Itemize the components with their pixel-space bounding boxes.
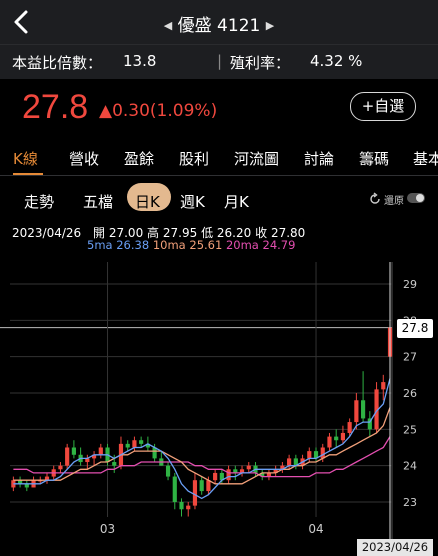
tab-earnings[interactable]: 盈餘 (124, 148, 154, 169)
current-price: 27.8 (22, 88, 89, 126)
candle-body (213, 472, 218, 481)
add-watchlist-button[interactable]: +自選 (350, 92, 416, 121)
tab-bar: K線 營收 盈餘 股利 河流圖 討論 籌碼 基本 (0, 145, 438, 175)
candle-body (206, 480, 211, 492)
candle-body (354, 400, 359, 423)
period-daily-k[interactable]: 日K (135, 191, 160, 212)
top-nav: ◀ 優盛 4121 ▶ (0, 0, 438, 44)
candle-body (347, 422, 352, 433)
ohlc-date: 2023/04/26 (12, 226, 82, 240)
tab-kline[interactable]: K線 (13, 148, 38, 169)
candle-body (246, 465, 251, 470)
ma5-value: 26.38 (116, 238, 150, 252)
tab-basic[interactable]: 基本 (413, 148, 438, 169)
stock-title: ◀ 優盛 4121 ▶ (0, 11, 438, 36)
tab-chips[interactable]: 籌碼 (359, 148, 389, 169)
tab-discussion[interactable]: 討論 (304, 148, 334, 169)
tab-dividend[interactable]: 股利 (179, 148, 209, 169)
divider (0, 175, 438, 176)
candle-body (381, 382, 386, 390)
candle-body (340, 432, 346, 441)
period-weekly-k[interactable]: 週K (180, 191, 205, 212)
candle-body (65, 447, 70, 466)
restore-toggle-knob (416, 194, 424, 202)
candle-body (192, 480, 198, 506)
candle-body (334, 436, 339, 441)
metrics-divider: | (217, 52, 223, 70)
candle-body (361, 400, 366, 419)
candle-body (152, 447, 157, 459)
yield-value: 4.32 % (310, 52, 363, 70)
candle-body (307, 451, 312, 459)
candlestick-chart[interactable]: 292827262524230304 (0, 262, 438, 556)
period-intraday[interactable]: 走勢 (24, 191, 54, 212)
ma20-label: 20ma (225, 238, 259, 252)
pe-value: 13.8 (123, 52, 157, 70)
ma10-value: 25.61 (189, 238, 223, 252)
candle-body (98, 447, 103, 455)
ma-info: 5ma 26.38 10ma 25.61 20ma 24.79 (87, 238, 295, 252)
ma5-label: 5ma (87, 238, 113, 252)
y-tick-label: 24 (403, 460, 417, 473)
candle-body (320, 447, 325, 459)
refresh-icon (370, 192, 380, 204)
y-tick-label: 27 (403, 351, 417, 364)
x-tick-label: 04 (308, 522, 323, 536)
candle-body (58, 465, 63, 470)
candle-body (125, 443, 130, 448)
crosshair-date-tag: 2023/04/26 (357, 539, 433, 556)
price-change: ▲0.30(1.09%) (99, 101, 218, 121)
yield-label: 殖利率： (230, 54, 291, 72)
candle-body (287, 458, 292, 466)
ma20-line (13, 436, 391, 478)
y-tick-label: 25 (403, 423, 417, 436)
ma10-label: 10ma (152, 238, 186, 252)
candle-body (139, 440, 144, 444)
candle-body (172, 476, 177, 502)
candle-body (199, 480, 204, 492)
prev-stock-icon[interactable]: ◀ (164, 19, 172, 32)
x-tick-label: 03 (100, 522, 115, 536)
tab-revenue[interactable]: 營收 (69, 148, 99, 169)
restore-label: 還原 (384, 196, 404, 207)
candle-body (112, 462, 117, 466)
candle-body (165, 465, 171, 477)
ma20-value: 24.79 (262, 238, 296, 252)
candle-body (71, 447, 76, 455)
candle-body (226, 469, 231, 481)
next-stock-icon[interactable]: ▶ (266, 19, 274, 32)
period-order-book[interactable]: 五檔 (83, 191, 113, 212)
candle-body (186, 505, 191, 510)
pe-label: 本益比倍數： (12, 54, 103, 72)
candle-body (327, 436, 332, 448)
y-tick-label: 23 (403, 496, 417, 509)
metrics-bar: 本益比倍數： 13.8 | 殖利率： 4.32 % (0, 44, 438, 79)
last-price-tag: 27.8 (397, 319, 433, 338)
period-monthly-k[interactable]: 月K (224, 191, 249, 212)
stock-name: 優盛 4121 (177, 16, 261, 36)
y-tick-label: 26 (403, 387, 417, 400)
candle-body (179, 502, 184, 510)
y-tick-label: 29 (403, 278, 417, 291)
tab-river-chart[interactable]: 河流圖 (234, 148, 279, 169)
candle-body (132, 440, 137, 448)
